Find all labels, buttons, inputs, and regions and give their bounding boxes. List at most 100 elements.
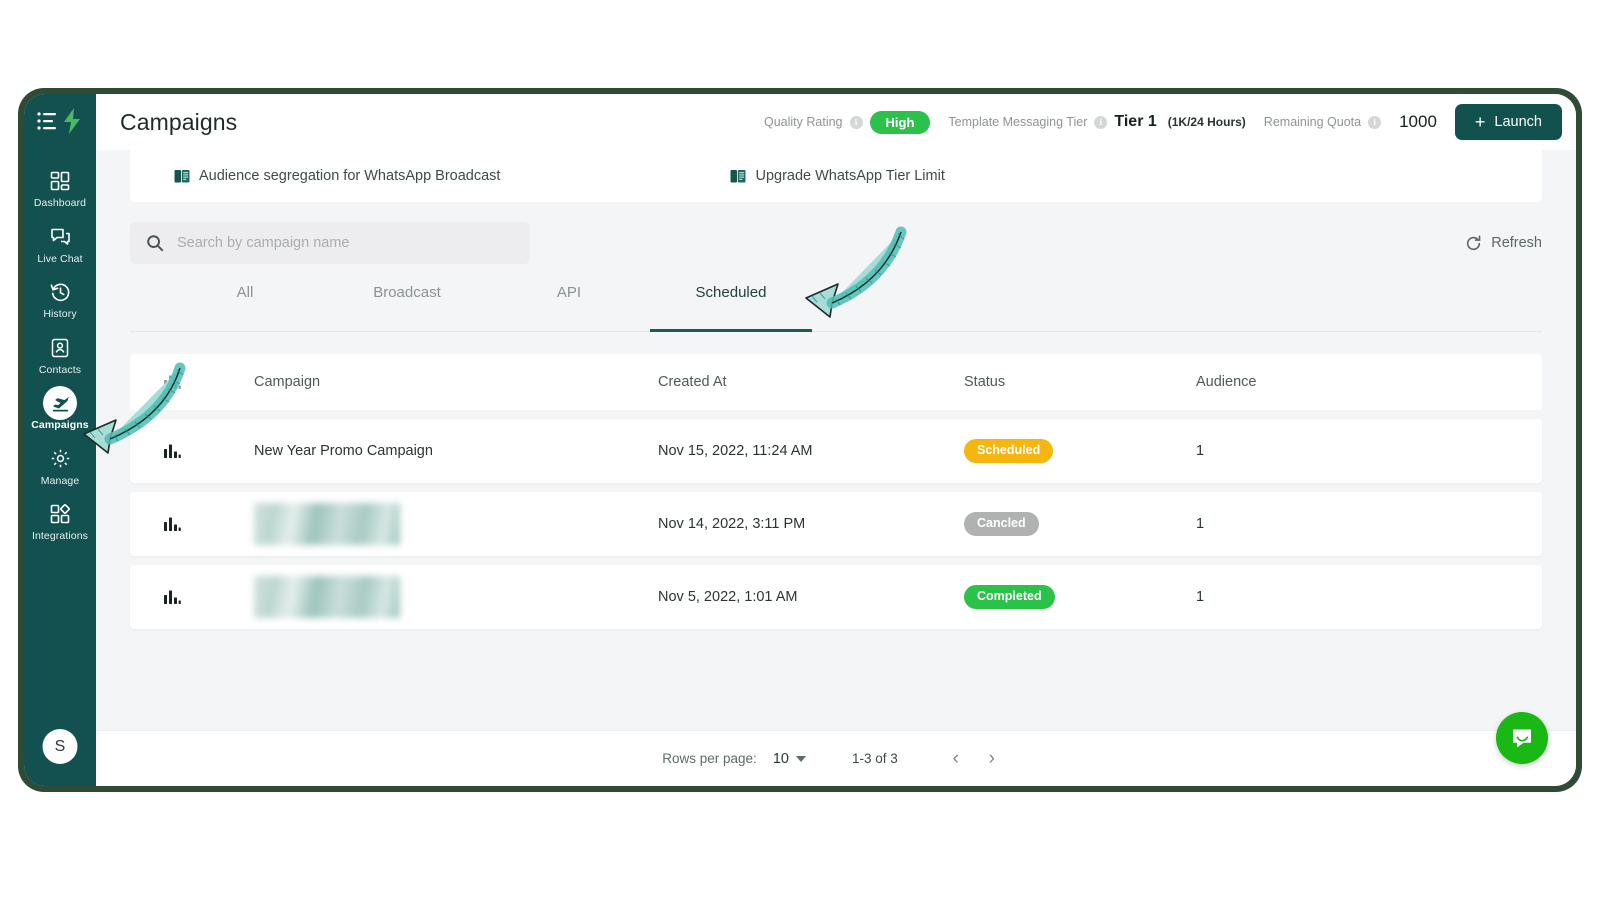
sidebar-item-dashboard[interactable]: Dashboard: [24, 160, 96, 216]
table-gap: [130, 410, 1542, 419]
rows-per-page-select[interactable]: 10: [773, 751, 806, 767]
row-status-cell: Scheduled: [964, 439, 1166, 463]
tab-all[interactable]: All: [164, 284, 326, 331]
remaining-quota-value: 1000: [1399, 112, 1437, 131]
tab-broadcast[interactable]: Broadcast: [326, 284, 488, 331]
book-icon: [174, 169, 190, 182]
bar-chart-icon: [164, 444, 181, 458]
rows-per-page-value: 10: [772, 750, 789, 767]
page-title: Campaigns: [120, 108, 238, 135]
column-header-status: Status: [964, 374, 1006, 390]
tier-detail: (1K/24 Hours): [1167, 115, 1246, 129]
app-window: Dashboard Live Chat History Contacts Cam…: [24, 94, 1576, 786]
gear-icon: [48, 447, 72, 471]
app-logo[interactable]: [32, 104, 88, 138]
quality-rating-badge: High: [869, 110, 931, 134]
book-icon: [730, 169, 746, 182]
bar-chart-icon: [164, 375, 181, 389]
avatar-initial: S: [54, 737, 66, 755]
table-header-row: Campaign Created At Status Audience: [130, 354, 1542, 410]
sidebar-item-history[interactable]: History: [24, 271, 96, 327]
table-row[interactable]: Nov 5, 2022, 1:01 AM Completed 1: [130, 565, 1542, 629]
next-page-button[interactable]: ›: [974, 741, 1010, 777]
list-icon: [37, 112, 56, 130]
row-status-cell: Cancled: [964, 512, 1166, 536]
status-badge: Scheduled: [964, 439, 1054, 463]
refresh-label: Refresh: [1491, 235, 1542, 251]
sidebar-item-contacts[interactable]: Contacts: [24, 327, 96, 383]
chevron-down-icon: [795, 755, 806, 762]
row-created-at: Nov 5, 2022, 1:01 AM: [658, 589, 798, 605]
tier-name: Tier 1: [1114, 113, 1157, 130]
content-area: Refresh All Broadcast API Scheduled: [96, 202, 1576, 730]
tab-scheduled[interactable]: Scheduled: [650, 284, 812, 332]
launch-button-label: Launch: [1494, 114, 1542, 130]
rows-per-page-label: Rows per page:: [662, 751, 757, 766]
pagination: Rows per page: 10 1-3 of 3 ‹ ›: [96, 730, 1576, 786]
row-campaign-name: New Year Promo Campaign: [254, 443, 433, 459]
template-tier-info-icon[interactable]: i: [1094, 115, 1108, 129]
avatar[interactable]: S: [42, 729, 78, 764]
tab-api[interactable]: API: [488, 284, 650, 331]
sidebar-item-label: Integrations: [31, 530, 89, 542]
search-box[interactable]: [130, 222, 530, 264]
quality-rating-group: Quality Rating i High: [764, 110, 931, 134]
header: Campaigns Quality Rating i High Template…: [96, 94, 1576, 150]
row-created-at: Nov 15, 2022, 11:24 AM: [658, 443, 813, 459]
remaining-quota-label: Remaining Quota: [1263, 115, 1362, 129]
history-icon: [48, 280, 72, 304]
row-campaign-name-redacted: [254, 576, 658, 618]
messenger-icon: [1513, 729, 1531, 748]
help-links-banner: Audience segregation for WhatsApp Broadc…: [130, 150, 1542, 202]
quality-rating-label: Quality Rating: [764, 115, 843, 129]
search-input[interactable]: [177, 235, 514, 251]
row-status-cell: Completed: [964, 585, 1166, 609]
sidebar-item-campaigns[interactable]: Campaigns: [24, 382, 96, 438]
status-badge: Cancled: [964, 512, 1039, 536]
table-row[interactable]: New Year Promo Campaign Nov 15, 2022, 11…: [130, 419, 1542, 483]
refresh-button[interactable]: Refresh: [1465, 234, 1542, 252]
banner-link-upgrade-tier[interactable]: Upgrade WhatsApp Tier Limit: [730, 168, 945, 184]
plus-icon: +: [1474, 112, 1486, 132]
template-tier-label: Template Messaging Tier: [948, 115, 1088, 129]
remaining-quota-info-icon[interactable]: i: [1368, 115, 1382, 129]
row-campaign-name-redacted: [254, 503, 658, 545]
status-badge: Completed: [964, 585, 1055, 609]
sidebar-item-label: Live Chat: [37, 252, 83, 265]
sidebar: Dashboard Live Chat History Contacts Cam…: [24, 94, 96, 786]
sidebar-item-label: Campaigns: [31, 419, 89, 431]
banner-link-audience-segregation[interactable]: Audience segregation for WhatsApp Broadc…: [174, 168, 500, 184]
refresh-icon: [1467, 234, 1481, 250]
tabs: All Broadcast API Scheduled: [130, 284, 1542, 332]
chat-widget-button[interactable]: [1496, 712, 1548, 764]
lightning-bolt-icon: [64, 108, 80, 134]
bar-chart-icon: [164, 590, 181, 604]
sidebar-item-label: History: [43, 308, 77, 320]
contacts-icon: [48, 336, 72, 360]
search-icon: [147, 235, 164, 252]
sidebar-item-live-chat[interactable]: Live Chat: [24, 216, 96, 272]
row-audience: 1: [1196, 443, 1205, 459]
chat-icon: [48, 225, 72, 249]
sidebar-item-label: Manage: [40, 474, 80, 487]
row-audience: 1: [1196, 516, 1205, 532]
sidebar-item-manage[interactable]: Manage: [24, 438, 96, 494]
sidebar-item-label: Contacts: [38, 363, 82, 376]
previous-page-button[interactable]: ‹: [938, 741, 974, 777]
row-audience: 1: [1196, 589, 1205, 605]
table-row[interactable]: Nov 14, 2022, 3:11 PM Cancled 1: [130, 492, 1542, 556]
remaining-quota-group: Remaining Quota i: [1263, 115, 1382, 129]
sidebar-item-integrations[interactable]: Integrations: [24, 493, 96, 549]
sidebar-item-label: Dashboard: [33, 197, 87, 209]
template-tier-group: Template Messaging Tier i Tier 1 (1K/24 …: [948, 113, 1245, 131]
quality-rating-info-icon[interactable]: i: [849, 115, 863, 129]
app-window-frame: Dashboard Live Chat History Contacts Cam…: [18, 88, 1582, 792]
row-created-at: Nov 14, 2022, 3:11 PM: [658, 516, 806, 532]
row-chart-icon-cell: [164, 589, 254, 605]
launch-button[interactable]: + Launch: [1454, 104, 1562, 140]
banner-link-label: Audience segregation for WhatsApp Broadc…: [199, 168, 501, 184]
column-header-icon: [164, 374, 254, 390]
main-area: Campaigns Quality Rating i High Template…: [96, 94, 1576, 786]
bar-chart-icon: [164, 517, 181, 531]
row-chart-icon-cell: [164, 443, 254, 459]
